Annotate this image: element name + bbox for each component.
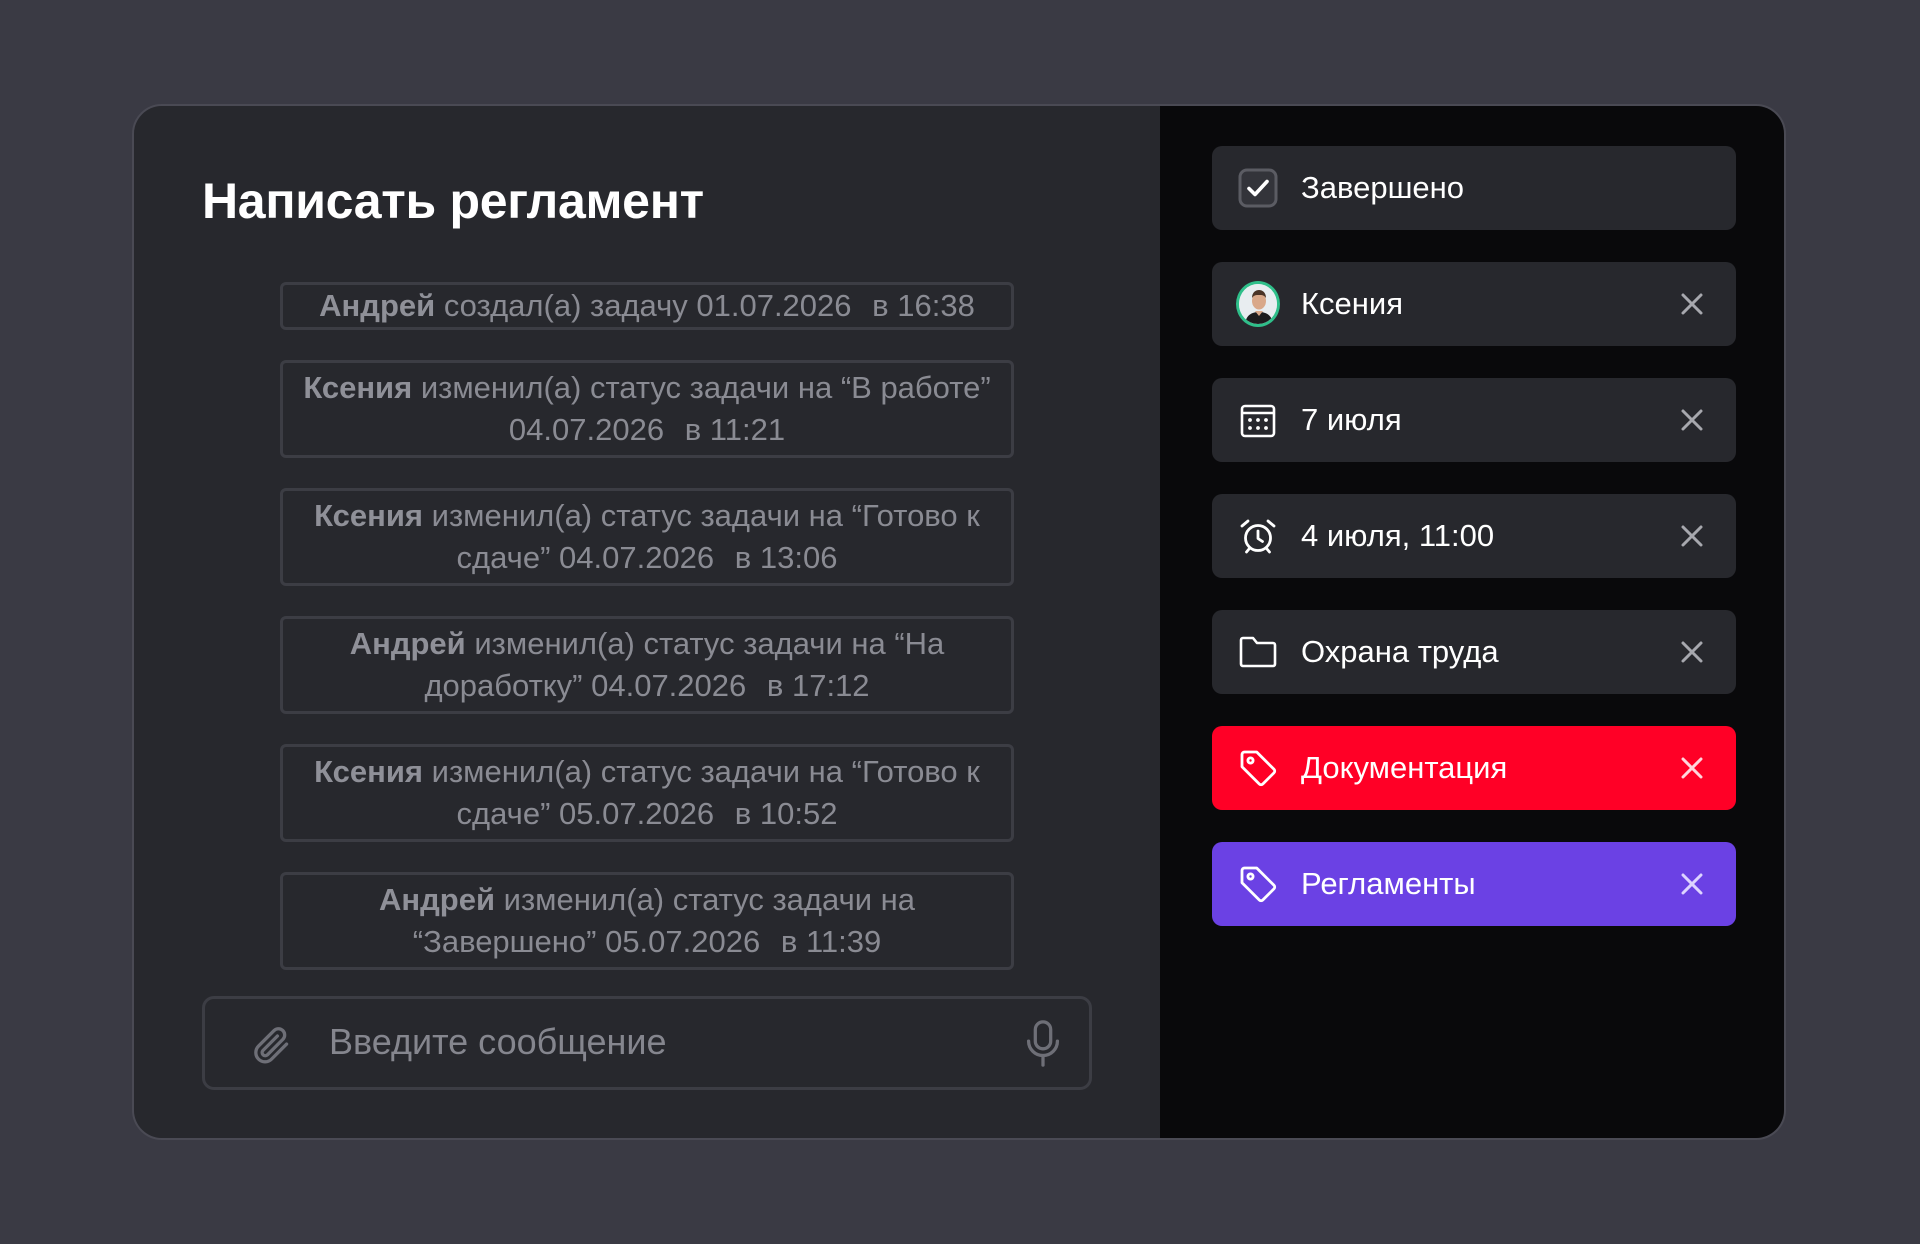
- history-time: в 13:06: [734, 540, 838, 575]
- tag-label: Регламенты: [1301, 866, 1476, 901]
- close-icon[interactable]: [1678, 870, 1706, 898]
- reminder-field[interactable]: 4 июля, 11:00: [1212, 494, 1736, 578]
- status-field[interactable]: Завершено: [1212, 146, 1736, 230]
- history-time: в 11:21: [684, 412, 786, 447]
- history-author: Ксения: [314, 498, 424, 533]
- task-card: Написать регламент Андрей создал(а) зада…: [132, 104, 1786, 1140]
- activity-history: Андрей создал(а) задачу 01.07.2026 в 16:…: [280, 282, 1014, 1000]
- checkbox-checked-icon[interactable]: [1236, 166, 1280, 210]
- history-author: Андрей: [378, 882, 496, 917]
- tag-label: Документация: [1301, 750, 1508, 785]
- tag-chip-regulations[interactable]: Регламенты: [1212, 842, 1736, 926]
- close-icon[interactable]: [1678, 638, 1706, 666]
- project-field[interactable]: Охрана труда: [1212, 610, 1736, 694]
- avatar: [1236, 281, 1280, 327]
- due-date-field[interactable]: 7 июля: [1212, 378, 1736, 462]
- history-entry: Андрей изменил(а) статус задачи на “Заве…: [280, 872, 1014, 970]
- message-input[interactable]: Введите сообщение: [329, 1021, 667, 1063]
- project-label: Охрана труда: [1301, 634, 1499, 669]
- due-date-label: 7 июля: [1301, 402, 1402, 437]
- calendar-icon: [1236, 398, 1280, 442]
- assignee-field[interactable]: Ксения: [1212, 262, 1736, 346]
- reminder-label: 4 июля, 11:00: [1301, 518, 1495, 553]
- close-icon[interactable]: [1678, 290, 1706, 318]
- history-text: 04.07.2026: [508, 412, 665, 447]
- history-text: изменил(а) статус задачи на “В работе”: [420, 370, 991, 405]
- history-entry: Ксения изменил(а) статус задачи на “Гото…: [280, 744, 1014, 842]
- history-author: Андрей: [349, 626, 466, 661]
- history-text: доработку” 04.07.2026: [424, 668, 747, 703]
- history-author: Ксения: [303, 370, 413, 405]
- history-time: в 17:12: [766, 668, 870, 703]
- history-text: изменил(а) статус задачи на “Готово к: [431, 498, 980, 533]
- status-label: Завершено: [1301, 170, 1465, 205]
- assignee-label: Ксения: [1301, 286, 1404, 321]
- close-icon[interactable]: [1678, 754, 1706, 782]
- history-time: в 10:52: [734, 796, 838, 831]
- history-text: изменил(а) статус задачи на “На: [474, 626, 945, 661]
- task-properties-panel: Завершено Ксения 7 июля 4 июля, 11:00 Ох…: [1160, 106, 1784, 1138]
- history-time: в 16:38: [872, 288, 975, 323]
- message-composer[interactable]: Введите сообщение: [202, 996, 1092, 1090]
- history-entry: Андрей создал(а) задачу 01.07.2026 в 16:…: [280, 282, 1014, 330]
- history-text: изменил(а) статус задачи на “Готово к: [431, 754, 980, 789]
- folder-icon: [1236, 630, 1280, 674]
- task-main-panel: Написать регламент Андрей создал(а) зада…: [134, 106, 1160, 1138]
- history-entry: Ксения изменил(а) статус задачи на “В ра…: [280, 360, 1014, 458]
- history-text: сдаче” 05.07.2026: [456, 796, 715, 831]
- close-icon[interactable]: [1678, 406, 1706, 434]
- history-entry: Ксения изменил(а) статус задачи на “Гото…: [280, 488, 1014, 586]
- history-time: в 11:39: [780, 924, 882, 959]
- microphone-icon[interactable]: [1023, 1019, 1063, 1069]
- alarm-clock-icon: [1236, 514, 1280, 558]
- history-text: “Завершено” 05.07.2026: [412, 924, 761, 959]
- history-text: изменил(а) статус задачи на: [503, 882, 916, 917]
- task-title: Написать регламент: [202, 173, 704, 229]
- history-text: создал(а) задачу 01.07.2026: [443, 288, 852, 323]
- tag-icon: [1236, 862, 1280, 906]
- history-entry: Андрей изменил(а) статус задачи на “На д…: [280, 616, 1014, 714]
- history-author: Андрей: [319, 288, 436, 323]
- close-icon[interactable]: [1678, 522, 1706, 550]
- tag-icon: [1236, 746, 1280, 790]
- history-author: Ксения: [314, 754, 424, 789]
- paperclip-icon[interactable]: [249, 1023, 293, 1067]
- tag-chip-documentation[interactable]: Документация: [1212, 726, 1736, 810]
- history-text: сдаче” 04.07.2026: [456, 540, 715, 575]
